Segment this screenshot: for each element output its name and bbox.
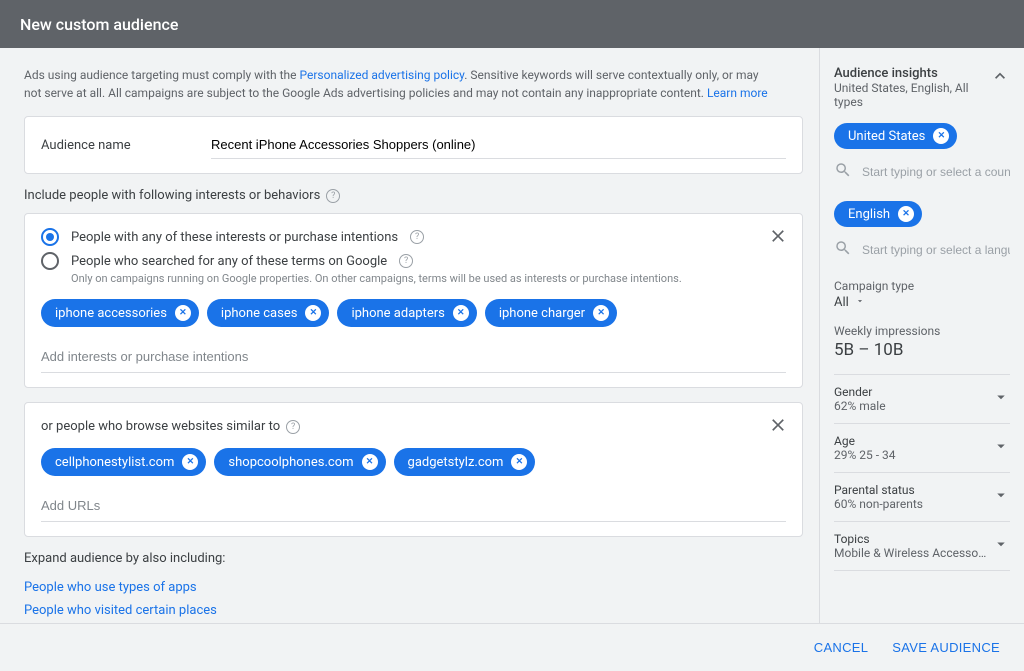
chip[interactable]: cellphonestylist.com (41, 448, 206, 476)
close-icon[interactable] (768, 415, 788, 439)
websites-card: or people who browse websites similar to… (24, 402, 803, 537)
chevron-down-icon (992, 388, 1010, 410)
sidebar: Audience insights United States, English… (819, 48, 1024, 623)
sidebar-accordion[interactable]: Gender62% male (834, 374, 1010, 423)
chip-remove-icon[interactable] (182, 454, 198, 470)
audience-name-label: Audience name (41, 138, 211, 153)
chip-remove-icon[interactable] (898, 206, 914, 222)
include-section-title: Include people with following interests … (24, 188, 803, 203)
country-search-input[interactable] (862, 165, 1010, 179)
insights-subtitle: United States, English, All types (834, 81, 990, 109)
expand-title: Expand audience by also including: (24, 551, 803, 566)
chevron-down-icon (992, 486, 1010, 508)
radio-icon (41, 252, 59, 270)
main-column: Ads using audience targeting must comply… (0, 48, 819, 623)
language-chip[interactable]: English (834, 201, 922, 227)
policy-notice: Ads using audience targeting must comply… (24, 66, 774, 102)
impressions-value: 5B – 10B (834, 340, 1010, 360)
add-urls-input[interactable] (41, 490, 786, 522)
radio-interests[interactable]: People with any of these interests or pu… (41, 228, 786, 246)
search-icon (834, 161, 852, 183)
chip-remove-icon[interactable] (175, 305, 191, 321)
chip-remove-icon[interactable] (453, 305, 469, 321)
country-chip[interactable]: United States (834, 123, 957, 149)
help-icon[interactable]: ? (410, 230, 424, 244)
close-icon[interactable] (768, 226, 788, 250)
footer-bar: CANCEL SAVE AUDIENCE (0, 623, 1024, 671)
learn-more-link[interactable]: Learn more (707, 86, 768, 100)
impressions-label: Weekly impressions (834, 324, 1010, 338)
chip-remove-icon[interactable] (593, 305, 609, 321)
campaign-type-dropdown[interactable]: All (834, 295, 865, 310)
chip-remove-icon[interactable] (933, 128, 949, 144)
language-search-row (834, 239, 1010, 261)
chip-remove-icon[interactable] (305, 305, 321, 321)
sidebar-accordion[interactable]: Age29% 25 - 34 (834, 423, 1010, 472)
page-title: New custom audience (20, 15, 178, 34)
chip[interactable]: iphone cases (207, 299, 330, 327)
chip[interactable]: iphone charger (485, 299, 617, 327)
help-icon[interactable]: ? (326, 189, 340, 203)
help-icon[interactable]: ? (399, 254, 413, 268)
help-icon[interactable]: ? (286, 420, 300, 434)
save-audience-button[interactable]: SAVE AUDIENCE (892, 640, 1000, 655)
chevron-up-icon[interactable] (990, 66, 1010, 90)
radio-icon (41, 228, 59, 246)
chip[interactable]: iphone accessories (41, 299, 199, 327)
chip[interactable]: iphone adapters (337, 299, 476, 327)
radio-searched-subtext: Only on campaigns running on Google prop… (71, 272, 786, 285)
expand-apps-link[interactable]: People who use types of apps (24, 580, 803, 595)
insights-title: Audience insights (834, 66, 990, 81)
search-icon (834, 239, 852, 261)
sidebar-accordion[interactable]: TopicsMobile & Wireless Accessories, M..… (834, 521, 1010, 571)
interest-chip-row: iphone accessories iphone casesiphone ada… (41, 299, 786, 327)
campaign-type-label: Campaign type (834, 279, 1010, 293)
audience-name-input[interactable] (211, 131, 786, 159)
policy-link[interactable]: Personalized advertising policy (299, 68, 464, 82)
cancel-button[interactable]: CANCEL (814, 640, 869, 655)
expand-places-link[interactable]: People who visited certain places (24, 603, 803, 618)
chip-remove-icon[interactable] (511, 454, 527, 470)
language-search-input[interactable] (862, 243, 1010, 257)
header-bar: New custom audience (0, 0, 1024, 48)
body-area: Ads using audience targeting must comply… (0, 48, 1024, 623)
chip[interactable]: shopcoolphones.com (214, 448, 385, 476)
add-interests-input[interactable] (41, 341, 786, 373)
website-chip-row: cellphonestylist.com shopcoolphones.com ga… (41, 448, 786, 476)
country-search-row (834, 161, 1010, 183)
audience-name-card: Audience name (24, 116, 803, 174)
sidebar-accordion[interactable]: Parental status60% non-parents (834, 472, 1010, 521)
radio-searched-terms[interactable]: People who searched for any of these ter… (41, 252, 786, 270)
chevron-down-icon (992, 535, 1010, 557)
websites-title: or people who browse websites similar to… (41, 419, 786, 434)
chip[interactable]: gadgetstylz.com (394, 448, 536, 476)
chevron-down-icon (992, 437, 1010, 459)
interests-card: People with any of these interests or pu… (24, 213, 803, 388)
chevron-down-icon (855, 295, 865, 310)
chip-remove-icon[interactable] (362, 454, 378, 470)
